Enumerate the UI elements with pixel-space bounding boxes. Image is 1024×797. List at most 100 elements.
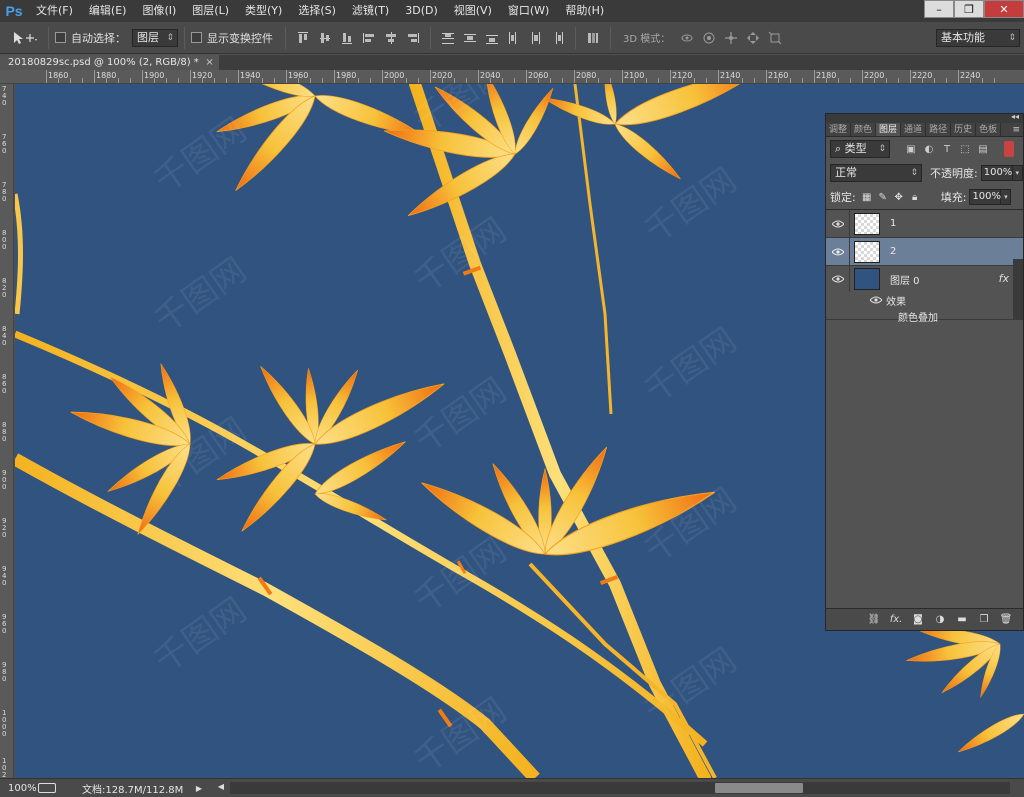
align-left-icon[interactable]	[360, 29, 378, 47]
tab-channels[interactable]: 通道	[901, 123, 927, 136]
layer-name[interactable]: 1	[890, 218, 896, 229]
ruler-minor-tick	[886, 78, 887, 83]
collapse-panel-icon[interactable]: ◂◂	[1011, 112, 1019, 121]
distribute-right-icon[interactable]	[549, 29, 567, 47]
filter-kind-dropdown[interactable]: ⌕ 类型	[830, 140, 890, 158]
panel-header[interactable]: ◂◂	[826, 112, 1023, 123]
minimize-button[interactable]: –	[924, 0, 954, 18]
document-title: 20180829sc.psd @ 100% (2, RGB/8) *	[8, 57, 199, 68]
layer-effects-icon[interactable]: fx	[999, 272, 1009, 285]
blend-mode-dropdown[interactable]: 正常	[830, 164, 922, 182]
tab-swatches[interactable]: 色板	[976, 123, 1002, 136]
distribute-hcenter-icon[interactable]	[527, 29, 545, 47]
horizontal-ruler[interactable]: 1860 1880 1900 1920 1940 1960 1980 2000 2020 2040…	[0, 70, 1024, 84]
close-document-icon[interactable]: ×	[205, 55, 213, 70]
document-tab[interactable]: 20180829sc.psd @ 100% (2, RGB/8) * ×	[0, 55, 219, 70]
layer-row-selected[interactable]: 2	[826, 237, 1023, 266]
visibility-eye-icon[interactable]	[826, 237, 850, 266]
workspace-dropdown[interactable]: 基本功能	[936, 29, 1020, 47]
align-vcenter-icon[interactable]	[316, 29, 334, 47]
auto-select-checkbox[interactable]	[55, 32, 66, 43]
scrollbar-thumb[interactable]	[715, 783, 803, 793]
auto-select-dropdown[interactable]: 图层	[132, 28, 178, 47]
lock-transparent-icon[interactable]: ▦	[860, 190, 874, 204]
align-hcenter-icon[interactable]	[382, 29, 400, 47]
fill-input[interactable]: 100%	[969, 189, 1002, 205]
layer-thumbnail[interactable]	[854, 240, 880, 263]
close-window-button[interactable]: ✕	[984, 0, 1024, 18]
auto-align-icon[interactable]	[584, 29, 602, 47]
add-mask-icon[interactable]: ◙	[907, 612, 929, 628]
tab-history[interactable]: 历史	[951, 123, 977, 136]
distribute-bottom-icon[interactable]	[483, 29, 501, 47]
layer-row[interactable]: 图层 0 fx 效果 颜色叠加	[826, 266, 1023, 324]
fill-dropdown-icon[interactable]: ▾	[1001, 189, 1012, 205]
tab-color[interactable]: 颜色	[851, 123, 877, 136]
opacity-input[interactable]: 100%	[980, 165, 1013, 181]
menu-3d[interactable]: 3D(D)	[397, 0, 446, 22]
opacity-dropdown-icon[interactable]: ▾	[1012, 165, 1023, 181]
filter-adjustment-icon[interactable]: ◐	[920, 141, 938, 157]
status-menu-arrow-icon[interactable]: ▶	[192, 784, 206, 793]
link-layers-icon[interactable]: ⛓	[863, 612, 885, 628]
status-view-icon[interactable]	[38, 783, 56, 793]
filter-shape-icon[interactable]: ⬚	[956, 141, 974, 157]
menu-edit[interactable]: 编辑(E)	[81, 0, 135, 22]
3d-pan-icon[interactable]	[722, 29, 740, 47]
new-adjustment-icon[interactable]: ◑	[929, 612, 951, 628]
panel-menu-icon[interactable]: ≡	[1012, 123, 1020, 137]
horizontal-scrollbar[interactable]: ◀	[218, 782, 1010, 794]
3d-slide-icon[interactable]	[744, 29, 762, 47]
menu-view[interactable]: 视图(V)	[446, 0, 500, 22]
delete-layer-icon[interactable]: 🗑︎	[995, 612, 1017, 628]
tab-layers[interactable]: 图层	[876, 123, 902, 136]
align-top-icon[interactable]	[294, 29, 312, 47]
restore-button[interactable]: ❐	[954, 0, 984, 18]
panel-scrollbar[interactable]	[1013, 259, 1023, 319]
layer-thumbnail[interactable]	[854, 212, 880, 235]
filter-smartobject-icon[interactable]: ▤	[974, 141, 992, 157]
effect-item-row[interactable]: 颜色叠加	[826, 308, 1023, 324]
move-tool-preset-icon[interactable]	[8, 27, 42, 49]
3d-roll-icon[interactable]	[700, 29, 718, 47]
tab-adjustments[interactable]: 调整	[826, 123, 852, 136]
lock-position-icon[interactable]: ✥	[892, 190, 906, 204]
zoom-level[interactable]: 100%	[0, 783, 38, 794]
distribute-left-icon[interactable]	[505, 29, 523, 47]
layer-name[interactable]: 2	[890, 246, 896, 257]
add-style-icon[interactable]: fx.	[885, 612, 907, 628]
3d-scale-icon[interactable]	[766, 29, 784, 47]
align-bottom-icon[interactable]	[338, 29, 356, 47]
filter-type-icon[interactable]: T	[938, 141, 956, 157]
layer-name[interactable]: 图层 0	[890, 272, 920, 287]
menu-layer[interactable]: 图层(L)	[184, 0, 237, 22]
menu-type[interactable]: 类型(Y)	[237, 0, 290, 22]
effects-row[interactable]: 效果	[826, 292, 1023, 308]
menu-window[interactable]: 窗口(W)	[500, 0, 557, 22]
menu-filter[interactable]: 滤镜(T)	[344, 0, 397, 22]
new-layer-icon[interactable]: ❐	[973, 612, 995, 628]
3d-rotate-icon[interactable]	[678, 29, 696, 47]
filter-pixel-icon[interactable]: ▣	[902, 141, 920, 157]
layer-row[interactable]: 1	[826, 209, 1023, 238]
effects-visibility-icon[interactable]	[870, 296, 882, 304]
vertical-ruler[interactable]: 740 760 780 800 820 840 860 880 900 920 940 960 980 1…	[0, 84, 14, 778]
visibility-eye-icon[interactable]	[826, 266, 850, 292]
document-info[interactable]: 文档:128.7M/112.8M	[82, 781, 192, 796]
menu-select[interactable]: 选择(S)	[290, 0, 344, 22]
scroll-left-arrow-icon[interactable]: ◀	[214, 782, 228, 791]
menu-image[interactable]: 图像(I)	[134, 0, 184, 22]
align-right-icon[interactable]	[404, 29, 422, 47]
new-group-icon[interactable]: ▬	[951, 612, 973, 628]
visibility-eye-icon[interactable]	[826, 209, 850, 238]
layer-thumbnail[interactable]	[854, 268, 880, 290]
distribute-vcenter-icon[interactable]	[461, 29, 479, 47]
distribute-top-icon[interactable]	[439, 29, 457, 47]
menu-help[interactable]: 帮助(H)	[557, 0, 612, 22]
lock-all-icon[interactable]: 🔒︎	[908, 190, 922, 204]
menu-file[interactable]: 文件(F)	[28, 0, 81, 22]
lock-pixels-icon[interactable]: ✎	[876, 190, 890, 204]
filter-toggle[interactable]	[1004, 141, 1014, 157]
show-transform-checkbox[interactable]	[191, 32, 202, 43]
tab-paths[interactable]: 路径	[926, 123, 952, 136]
